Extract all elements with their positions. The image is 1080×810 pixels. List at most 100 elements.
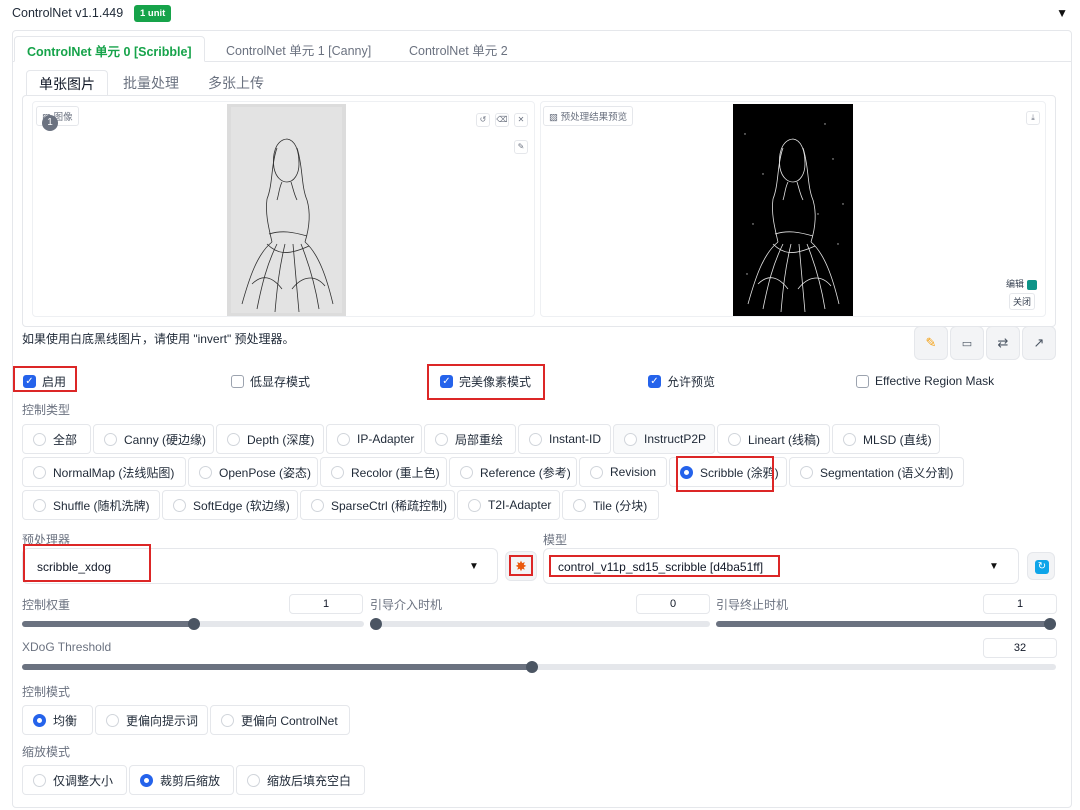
tab-batch[interactable]: 批量处理 [111, 70, 191, 96]
start-slider-track[interactable] [370, 621, 710, 627]
refresh-button[interactable]: ↻ [1027, 552, 1055, 580]
tab-multi-upload[interactable]: 多张上传 [196, 70, 276, 96]
low-vram-checkbox[interactable]: 低显存模式 [231, 373, 310, 389]
control-type-option[interactable]: OpenPose (姿态) [188, 457, 318, 487]
highlight-box [549, 555, 780, 577]
control-mode-option-selected[interactable]: 均衡 [22, 705, 93, 735]
radio-icon [311, 498, 324, 512]
swap-icon[interactable]: ⇄ [986, 326, 1020, 360]
region-mask-label: Effective Region Mask [875, 374, 995, 388]
control-type-option[interactable]: InstructP2P [613, 424, 715, 454]
rotate-icon[interactable]: ↺ [476, 113, 490, 127]
radio-selected-icon [140, 773, 153, 787]
radio-icon [247, 773, 260, 787]
image-icon: ▧ [549, 112, 558, 123]
control-type-option[interactable]: Recolor (重上色) [320, 457, 447, 487]
control-mode-option[interactable]: 更偏向提示词 [95, 705, 208, 735]
control-type-option[interactable]: SparseCtrl (稀疏控制) [300, 490, 455, 520]
option-label: SparseCtrl (稀疏控制) [331, 498, 448, 513]
radio-icon [33, 432, 46, 446]
pixel-perfect-checkbox[interactable]: ✓ 完美像素模式 [440, 373, 531, 389]
control-type-option[interactable]: Instant-ID [518, 424, 611, 454]
start-input[interactable]: 0 [636, 594, 710, 614]
radio-icon [33, 498, 46, 512]
tab-unit-1[interactable]: ControlNet 单元 1 [Canny] [214, 36, 383, 62]
control-type-label: 控制类型 [22, 403, 71, 417]
option-label: InstructP2P [644, 432, 707, 446]
control-type-option[interactable]: MLSD (直线) [832, 424, 940, 454]
region-mask-checkbox[interactable]: Effective Region Mask [856, 373, 994, 389]
control-type-option[interactable]: 局部重绘 [424, 424, 516, 454]
option-label: 更偏向提示词 [126, 713, 199, 728]
radio-icon [460, 465, 473, 479]
control-type-option[interactable]: Shuffle (随机洗牌) [22, 490, 160, 520]
xdog-slider-thumb[interactable] [526, 661, 538, 673]
pencil-icon[interactable]: ✎ [914, 326, 948, 360]
close-preview-button[interactable]: 关闭 [1009, 293, 1036, 310]
end-slider-thumb[interactable] [1044, 618, 1056, 630]
option-label: Lineart (线稿) [748, 432, 821, 447]
tab-single-image[interactable]: 单张图片 [26, 70, 108, 96]
input-sketch-image [227, 104, 346, 316]
download-icon[interactable]: ⤓ [1026, 111, 1040, 125]
low-vram-label: 低显存模式 [250, 374, 311, 389]
option-label: Revision [610, 465, 657, 479]
weight-label: 控制权重 [22, 598, 71, 612]
chevron-down-icon: ▼ [989, 561, 999, 572]
control-type-option[interactable]: 全部 [22, 424, 91, 454]
checkbox-icon [856, 374, 869, 388]
control-type-option[interactable]: Segmentation (语义分割) [789, 457, 964, 487]
start-slider-thumb[interactable] [370, 618, 382, 630]
xdog-input[interactable]: 32 [983, 638, 1057, 658]
unit-count-badge: 1 unit [134, 5, 172, 22]
enable-checkbox[interactable]: ✓ 启用 [23, 373, 66, 389]
option-label: 全部 [53, 432, 78, 447]
control-type-option[interactable]: Reference (参考) [449, 457, 577, 487]
checkbox-icon: ✓ [440, 374, 453, 388]
arrow-up-right-icon[interactable]: ↗ [1022, 326, 1056, 360]
checkbox-icon [231, 374, 244, 388]
control-type-option[interactable]: Canny (硬边缘) [93, 424, 214, 454]
brush-icon[interactable]: ✎ [514, 140, 528, 154]
control-type-option[interactable]: Tile (分块) [562, 490, 659, 520]
option-label: IP-Adapter [357, 432, 415, 446]
option-label: Recolor (重上色) [351, 465, 440, 480]
option-label: NormalMap (法线贴图) [53, 465, 175, 480]
weight-input[interactable]: 1 [289, 594, 363, 614]
camera-icon[interactable]: ▭ [950, 326, 984, 360]
preview-label: ▧ 预处理结果预览 [543, 106, 634, 126]
close-icon[interactable]: ✕ [514, 113, 528, 127]
option-label: 裁剪后缩放 [160, 773, 221, 788]
control-type-option[interactable]: SoftEdge (软边缘) [162, 490, 298, 520]
highlight-box [509, 555, 533, 576]
option-label: 缩放后填充空白 [267, 773, 352, 788]
eraser-icon[interactable]: ⌫ [495, 113, 509, 127]
tab-unit-2[interactable]: ControlNet 单元 2 [397, 36, 520, 62]
option-label: Depth (深度) [247, 432, 315, 447]
control-type-option[interactable]: Depth (深度) [216, 424, 324, 454]
option-label: 更偏向 ControlNet [241, 713, 338, 728]
weight-slider-thumb[interactable] [188, 618, 200, 630]
triangle-down-icon[interactable]: ▼ [1056, 6, 1068, 20]
resize-mode-option[interactable]: 仅调整大小 [22, 765, 127, 795]
option-label: Shuffle (随机洗牌) [53, 498, 150, 513]
end-slider-fill [716, 621, 1056, 627]
checkbox-icon: ✓ [648, 374, 661, 388]
control-type-option[interactable]: T2I-Adapter [457, 490, 560, 520]
control-type-option[interactable]: Lineart (线稿) [717, 424, 830, 454]
allow-preview-checkbox[interactable]: ✓ 允许预览 [648, 373, 715, 389]
radio-selected-icon [33, 713, 46, 727]
control-type-option[interactable]: Revision [579, 457, 667, 487]
control-type-option[interactable]: IP-Adapter [326, 424, 422, 454]
control-type-option[interactable]: NormalMap (法线贴图) [22, 457, 186, 487]
option-label: 均衡 [53, 713, 78, 728]
enable-label: 启用 [42, 374, 67, 389]
end-input[interactable]: 1 [983, 594, 1057, 614]
resize-mode-option-selected[interactable]: 裁剪后缩放 [129, 765, 234, 795]
control-mode-option[interactable]: 更偏向 ControlNet [210, 705, 350, 735]
option-label: 局部重绘 [455, 432, 504, 447]
tab-unit-0[interactable]: ControlNet 单元 0 [Scribble] [14, 36, 205, 62]
edit-button[interactable]: 编辑 [1006, 277, 1037, 290]
resize-mode-option[interactable]: 缩放后填充空白 [236, 765, 365, 795]
radio-icon [529, 432, 542, 446]
